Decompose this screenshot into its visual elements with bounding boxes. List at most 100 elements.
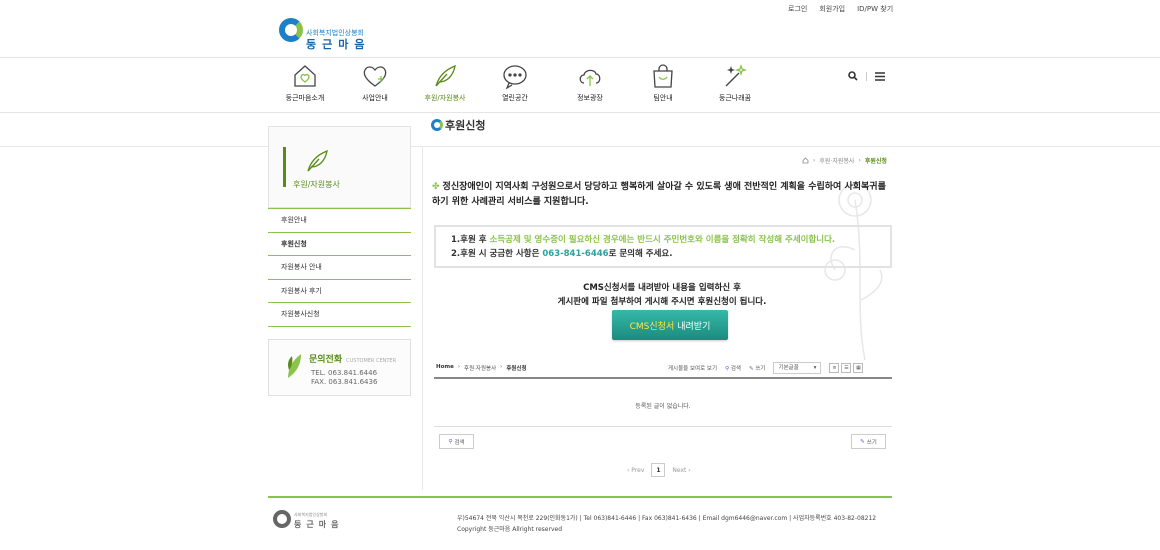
footer-info: 우)54674 전북 익산시 목천로 229(인화동1가) | Tel 063)… [457, 513, 876, 535]
nav-item-about[interactable]: 둥근마음소개 [270, 62, 340, 103]
search-icon[interactable] [848, 71, 858, 81]
signup-link[interactable]: 회원가입 [819, 4, 845, 14]
magic-wand-icon [725, 63, 748, 87]
footer-logo-sub: 사회복지법인상봉회 [294, 512, 328, 517]
search-icon: ⚲ [725, 366, 730, 372]
sidebar-accent-bar [283, 147, 286, 187]
login-link[interactable]: 로그인 [788, 4, 807, 14]
chevron-down-icon: ▾ [813, 365, 817, 371]
nav-item-info[interactable]: 정보광장 [555, 62, 625, 103]
prev-page[interactable]: ‹ Prev [627, 467, 644, 474]
next-page[interactable]: Next › [672, 467, 690, 474]
nav-item-open[interactable]: 열린공간 [480, 62, 550, 103]
sidebar-item-volunteer-guide[interactable]: 자원봉사 안내 [268, 256, 411, 280]
cms-btn-label-a: CMS신청서 [629, 321, 675, 332]
cms-line-2: 게시판에 파일 첨부하여 게시해 주시면 후원신청이 됩니다. [557, 297, 767, 307]
leaf-icon [435, 64, 456, 87]
font-select-value: 기본글꼴 [778, 365, 799, 371]
breadcrumb-sep: › [457, 364, 461, 370]
nav-item-support[interactable]: 후원/자원봉사 [410, 62, 480, 103]
menu-icon[interactable] [875, 71, 885, 81]
notice-2a: 2.후원 시 궁금한 사항은 [451, 249, 543, 259]
board-breadcrumb: Home › 후원·자원봉사 › 후원신청 [436, 364, 527, 372]
intro-text: ✤ 정신장애인이 지역사회 구성원으로서 당당하고 행복하게 살아갈 수 있도록 … [432, 180, 892, 210]
board-search-label: 검색 [730, 366, 741, 372]
board-bottom-line [434, 426, 892, 427]
list-view-icon[interactable]: ≡ [829, 363, 840, 373]
sidebar-item-support-guide[interactable]: 후원안내 [268, 209, 411, 233]
divider [0, 146, 1160, 147]
intro-body: 정신장애인이 지역사회 구성원으로서 당당하고 행복하게 살아갈 수 있도록 생… [432, 182, 886, 207]
nav-label: 팀안내 [653, 94, 673, 102]
main-nav: 둥근마음소개 사업안내 후원/자원봉사 열린공간 정보광장 팀안내 둥근나래꿈 [270, 62, 790, 107]
webzine-view-icon[interactable]: ☰ [841, 363, 852, 373]
nav-label: 둥근나래꿈 [718, 94, 752, 102]
cms-download-button[interactable]: CMS신청서 내려받기 [612, 310, 728, 340]
board-write-label: 쓰기 [755, 366, 766, 372]
page-title: 후원신청 [431, 117, 485, 133]
bag-smile-icon [653, 64, 673, 88]
bottom-write-button[interactable]: ✎ 쓰기 [851, 434, 886, 449]
sidebar: 후원/자원봉사 후원안내 후원신청 자원봉사 안내 자원봉사 후기 자원봉사신청… [268, 126, 411, 396]
nav-label: 둥근마음소개 [285, 94, 325, 102]
sidebar-item-volunteer-review[interactable]: 자원봉사 후기 [268, 280, 411, 303]
pencil-icon: ✎ [748, 366, 754, 372]
nav-label: 정보광장 [577, 94, 603, 102]
heart-plus-icon [363, 66, 387, 87]
contact-box: 문의전화 CUSTOMER CENTER TEL. 063.841.6446 FA… [268, 338, 411, 396]
nav-item-team[interactable]: 팀안내 [628, 62, 698, 103]
board-bc-2[interactable]: 후원신청 [506, 364, 526, 372]
board-bc-1[interactable]: 후원·자원봉사 [464, 364, 496, 372]
board-write-button[interactable]: ✎ 쓰기 [749, 364, 765, 372]
logo-ring-icon [279, 18, 303, 42]
nav-item-business[interactable]: 사업안내 [340, 62, 410, 103]
view-mode-icons: ≡ ☰ ▦ [829, 363, 864, 373]
divider [422, 146, 423, 490]
font-select[interactable]: 기본글꼴 ▾ [773, 362, 822, 374]
nav-label: 사업안내 [362, 94, 388, 102]
board-search-button[interactable]: ⚲ 검색 [725, 364, 741, 372]
notice-2c: 로 문의해 주세요. [608, 249, 673, 259]
contact-title: 문의전화 CUSTOMER CENTER [309, 352, 396, 365]
nav-label: 후원/자원봉사 [424, 94, 466, 102]
contact-numbers: TEL. 063.841.6446 FAX. 063.841.6436 [311, 369, 377, 387]
board-tools: 게시물을 보여로 보기 ⚲ 검색 ✎ 쓰기 기본글꼴 ▾ ≡ ☰ ▦ [668, 362, 864, 374]
leaf-icon [307, 149, 328, 172]
search-icon: ⚲ [448, 438, 453, 445]
show-posts-toggle[interactable]: 게시물을 보여로 보기 [668, 364, 717, 372]
sidebar-menu: 후원안내 후원신청 자원봉사 안내 자원봉사 후기 자원봉사신청 [268, 208, 411, 327]
notice-line-1: 1.후원 후 소득공제 및 영수증이 필요하신 경우에는 반드시 주민번호와 이… [451, 233, 875, 247]
board-empty-message: 등록된 글이 없습니다. [635, 403, 691, 410]
contact-title-text: 문의전화 [309, 354, 343, 365]
footer-copyright: Copyright 둥근마음 Allright reserved [457, 526, 563, 533]
site-logo[interactable]: 사회복지법인상봉회 둥근마음 [279, 17, 389, 53]
notice-phone: 063-841-6446 [542, 249, 609, 259]
bottom-write-label: 쓰기 [866, 439, 877, 446]
notice-1a: 1.후원 후 [451, 235, 490, 245]
breadcrumb-sep: › [500, 364, 503, 370]
notice-box: 1.후원 후 소득공제 및 영수증이 필요하신 경우에는 반드시 주민번호와 이… [434, 225, 892, 268]
footer-divider [268, 496, 892, 498]
nav-label: 열린공간 [502, 94, 528, 102]
leaf-icon [288, 353, 301, 378]
sidebar-item-support-apply[interactable]: 후원신청 [268, 233, 411, 256]
page-title-text: 후원신청 [445, 119, 486, 132]
logo-main: 둥근마음 [306, 38, 371, 51]
notice-line-2: 2.후원 시 궁금한 사항은 063-841-6446로 문의해 주세요. [451, 247, 875, 261]
top-links: 로그인 회원가입 ID/PW 찾기 [788, 4, 893, 14]
cms-btn-label-b: 내려받기 [677, 321, 711, 332]
bottom-search-button[interactable]: ⚲ 검색 [439, 434, 474, 449]
nav-item-dream[interactable]: 둥근나래꿈 [700, 62, 770, 103]
sidebar-item-volunteer-apply[interactable]: 자원봉사신청 [268, 303, 411, 327]
contact-tel: TEL. 063.841.6446 [311, 368, 378, 377]
notice-1b: 소득공제 및 영수증이 필요하신 경우에는 반드시 주민번호와 이름을 정확히 … [489, 235, 836, 245]
footer-logo: 사회복지법인상봉회 둥근마음 [273, 510, 363, 530]
title-ring-icon [431, 119, 443, 131]
board-bc-home[interactable]: Home [436, 364, 454, 372]
gallery-view-icon[interactable]: ▦ [853, 363, 864, 373]
board-top-line [434, 377, 892, 379]
sidebar-title: 후원/자원봉사 [293, 180, 340, 189]
bottom-search-label: 검색 [454, 439, 465, 446]
page-number[interactable]: 1 [651, 463, 666, 477]
find-idpw-link[interactable]: ID/PW 찾기 [857, 4, 893, 14]
